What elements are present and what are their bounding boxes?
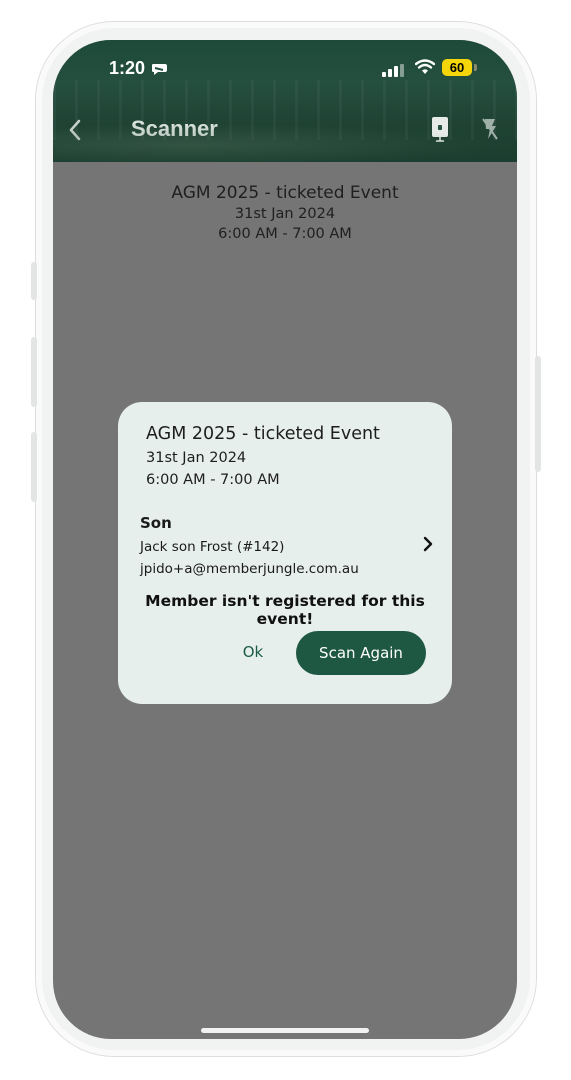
chevron-right-icon	[422, 536, 434, 556]
member-row[interactable]: Son Jack son Frost (#142) jpido+a@member…	[126, 508, 444, 578]
not-registered-warning: Member isn't registered for this event!	[145, 592, 425, 628]
back-chevron-icon[interactable]	[67, 118, 83, 146]
battery-tip	[474, 64, 477, 71]
event-info: AGM 2025 - ticketed Event 31st Jan 2024 …	[53, 182, 517, 244]
power-button	[535, 356, 541, 472]
chat-bubble-icon	[151, 61, 169, 80]
volume-down-button	[31, 432, 37, 502]
home-indicator[interactable]	[201, 1028, 369, 1033]
flash-off-icon[interactable]	[481, 117, 499, 145]
event-title: AGM 2025 - ticketed Event	[171, 183, 399, 203]
event-time: 6:00 AM - 7:00 AM	[218, 226, 352, 242]
signal-icon	[382, 62, 404, 81]
app-header: 1:20 60 Scanner	[53, 40, 517, 162]
device-icon[interactable]	[431, 116, 449, 148]
battery-indicator: 60	[442, 59, 472, 76]
scan-result-dialog: AGM 2025 - ticketed Event 31st Jan 2024 …	[118, 402, 452, 704]
ok-button[interactable]: Ok	[230, 632, 276, 672]
volume-up-button	[31, 337, 37, 407]
silent-switch	[31, 262, 37, 300]
scan-again-button[interactable]: Scan Again	[296, 631, 426, 675]
dialog-event-title: AGM 2025 - ticketed Event	[146, 424, 380, 444]
member-relation: Son	[140, 514, 172, 532]
status-time: 1:20	[109, 58, 146, 78]
dialog-event-date: 31st Jan 2024	[146, 450, 247, 466]
page-title: Scanner	[131, 116, 218, 141]
dialog-event-time: 6:00 AM - 7:00 AM	[146, 472, 280, 488]
wifi-icon	[414, 59, 436, 79]
member-name: Jack son Frost (#142)	[140, 539, 285, 555]
event-date: 31st Jan 2024	[234, 206, 336, 222]
screen: 1:20 60 Scanner AGM 2025 - ticketed Even…	[53, 40, 517, 1039]
member-email: jpido+a@memberjungle.com.au	[140, 561, 359, 577]
